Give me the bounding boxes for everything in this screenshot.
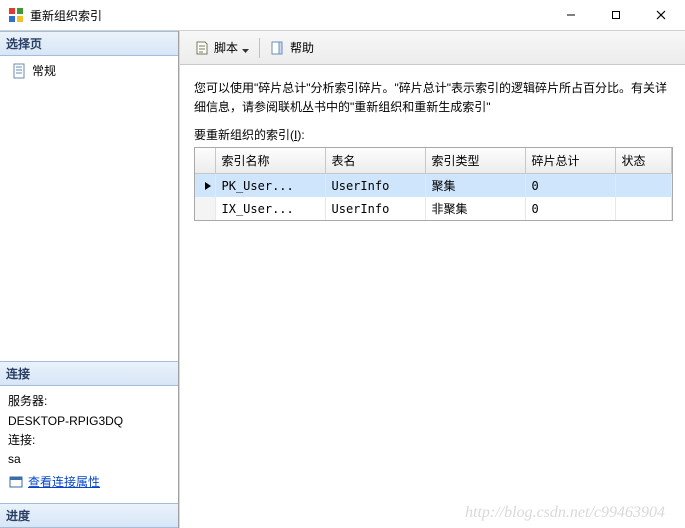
cell-table: UserInfo — [325, 197, 425, 220]
col-index-name[interactable]: 索引名称 — [215, 148, 325, 174]
cell-frag: 0 — [525, 197, 615, 220]
cell-name: IX_User... — [215, 197, 325, 220]
cell-frag: 0 — [525, 174, 615, 198]
close-button[interactable] — [638, 1, 683, 30]
sidebar-header-select: 选择页 — [0, 31, 178, 56]
table-label-post: ): — [297, 128, 304, 142]
app-icon — [8, 7, 24, 23]
page-icon — [12, 63, 28, 79]
col-frag-total[interactable]: 碎片总计 — [525, 148, 615, 174]
titlebar: 重新组织索引 — [0, 0, 685, 31]
row-selector-header — [195, 148, 215, 174]
properties-icon — [8, 475, 24, 491]
col-table-name[interactable]: 表名 — [325, 148, 425, 174]
grid-header-row: 索引名称 表名 索引类型 碎片总计 状态 — [195, 148, 672, 174]
toolbar: 脚本 帮助 — [180, 31, 685, 65]
watermark: http://blog.csdn.net/c99463904 — [465, 504, 665, 522]
sidebar-header-progress: 进度 — [0, 503, 178, 528]
view-connection-props-label: 查看连接属性 — [28, 473, 100, 492]
row-pointer-icon — [205, 182, 211, 190]
help-label: 帮助 — [290, 39, 314, 56]
table-row[interactable]: PK_User...UserInfo聚集0 — [195, 174, 672, 198]
description-text: 您可以使用"碎片总计"分析索引碎片。"碎片总计"表示索引的逻辑碎片所占百分比。有… — [180, 65, 685, 126]
cell-name: PK_User... — [215, 174, 325, 198]
window-title: 重新组织索引 — [30, 7, 548, 24]
conn-label: 连接: — [8, 431, 170, 450]
sidebar: 选择页 常规 连接 服务器: DESKTOP-RPIG3DQ 连接: sa 查看… — [0, 31, 179, 528]
table-row[interactable]: IX_User...UserInfo非聚集0 — [195, 197, 672, 220]
connection-panel: 服务器: DESKTOP-RPIG3DQ 连接: sa 查看连接属性 — [0, 386, 178, 503]
main-panel: 脚本 帮助 您可以使用"碎片总计"分析索引碎片。"碎片总计"表示索引的逻辑碎片所… — [179, 31, 685, 528]
sidebar-item-general[interactable]: 常规 — [6, 60, 172, 81]
script-icon — [194, 40, 210, 56]
cell-status — [615, 197, 672, 220]
cell-table: UserInfo — [325, 174, 425, 198]
cell-status — [615, 174, 672, 198]
conn-value: sa — [8, 450, 170, 469]
cell-type: 聚集 — [425, 174, 525, 198]
script-label: 脚本 — [214, 39, 238, 56]
index-grid[interactable]: 索引名称 表名 索引类型 碎片总计 状态 PK_User...UserInfo聚… — [194, 147, 673, 221]
script-button[interactable]: 脚本 — [188, 36, 255, 59]
sidebar-item-label: 常规 — [32, 62, 56, 79]
col-index-type[interactable]: 索引类型 — [425, 148, 525, 174]
chevron-down-icon — [242, 44, 249, 51]
view-connection-props-link[interactable]: 查看连接属性 — [8, 473, 100, 492]
maximize-button[interactable] — [593, 1, 638, 30]
server-value: DESKTOP-RPIG3DQ — [8, 412, 170, 431]
window-controls — [548, 1, 683, 30]
table-label-pre: 要重新组织的索引( — [194, 128, 294, 142]
row-selector[interactable] — [195, 174, 215, 198]
toolbar-separator — [259, 38, 260, 58]
minimize-button[interactable] — [548, 1, 593, 30]
row-selector[interactable] — [195, 197, 215, 220]
sidebar-header-connection: 连接 — [0, 361, 178, 386]
server-label: 服务器: — [8, 392, 170, 411]
cell-type: 非聚集 — [425, 197, 525, 220]
table-label: 要重新组织的索引(I): — [180, 126, 685, 147]
col-status[interactable]: 状态 — [615, 148, 672, 174]
help-icon — [270, 40, 286, 56]
help-button[interactable]: 帮助 — [264, 36, 320, 59]
